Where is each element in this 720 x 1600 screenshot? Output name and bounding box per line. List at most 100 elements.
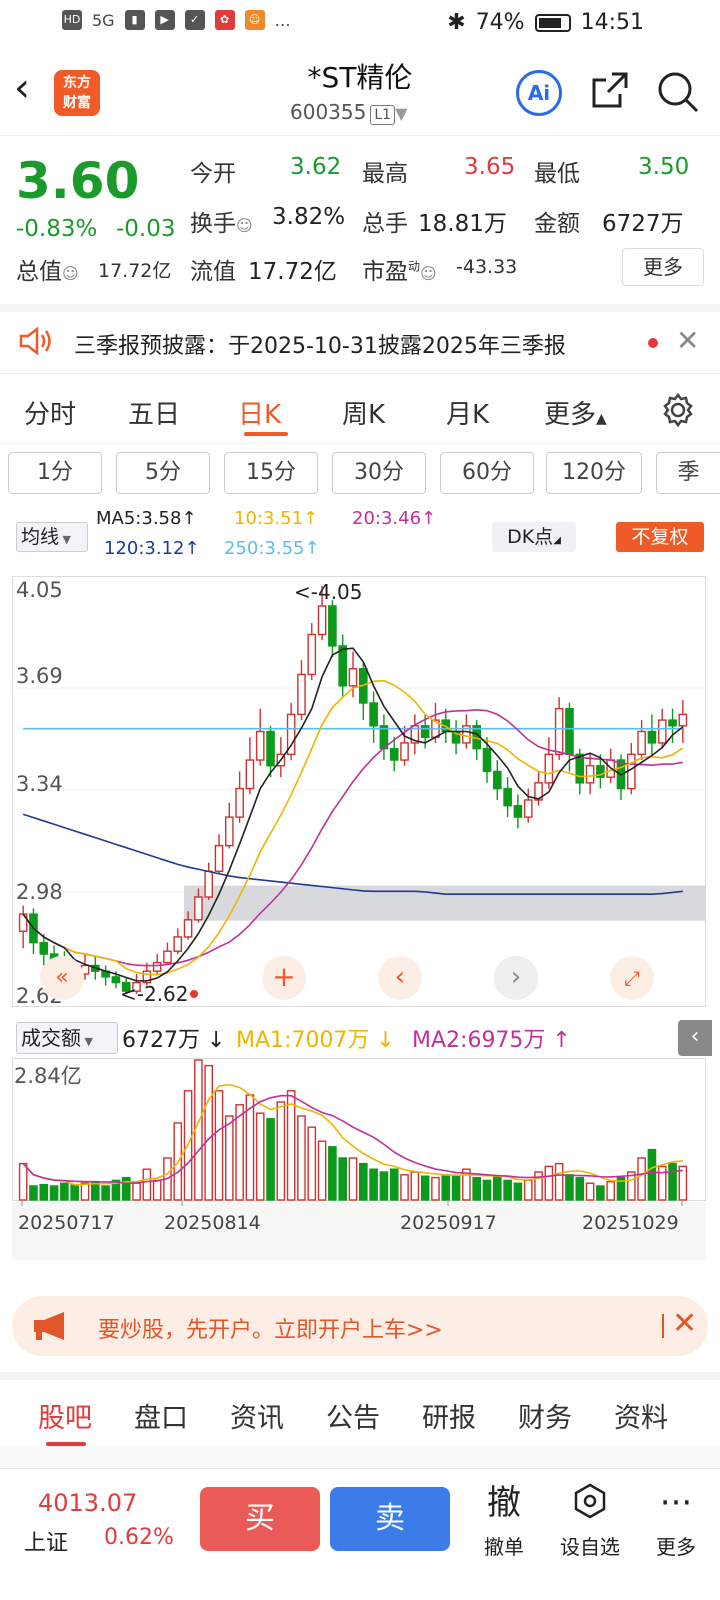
rewind-icon[interactable]: « — [40, 956, 84, 1000]
chevron-right-icon[interactable]: › — [494, 956, 538, 1000]
candle-body — [224, 816, 234, 847]
volume-bar — [18, 1162, 28, 1201]
battery-percent: 74% — [475, 10, 525, 35]
volume-indicator-select[interactable]: 成交额 ▼ — [16, 1022, 118, 1054]
tab-quarter[interactable]: 季 — [656, 452, 720, 494]
bluetooth-icon: ✱ — [447, 10, 466, 35]
latest-dot — [190, 990, 198, 998]
tab-research[interactable]: 研报 — [422, 1396, 476, 1435]
add-watchlist-button[interactable]: 设自选 — [550, 1483, 630, 1560]
minute-period-tabs: 1分 5分 15分 30分 60分 120分 季 — [0, 452, 720, 498]
volume-bar — [224, 1115, 234, 1201]
tab-profile[interactable]: 资料 — [614, 1396, 668, 1435]
search-icon[interactable] — [656, 70, 700, 114]
content-peek — [0, 1446, 720, 1470]
ma120-label: 120:3.12↑ — [104, 538, 200, 559]
volume-bar — [493, 1175, 502, 1201]
close-icon[interactable]: ✕ — [672, 1306, 697, 1341]
tab-pankou[interactable]: 盘口 — [134, 1396, 188, 1435]
collapse-panel-icon[interactable]: ‹ — [678, 1020, 712, 1056]
dk-point-button[interactable]: DK点◢ — [492, 522, 576, 552]
volume-bar — [606, 1181, 615, 1201]
chevron-left-icon[interactable]: ‹ — [378, 956, 422, 1000]
tab-monthly-k[interactable]: 月K — [446, 394, 489, 431]
volume-bar — [214, 1090, 224, 1201]
candle-body — [585, 765, 595, 784]
volume-bar — [266, 1118, 275, 1201]
tab-guba[interactable]: 股吧 — [38, 1396, 92, 1435]
volume-bar — [142, 1168, 152, 1201]
cancel-icon: 撤 — [487, 1483, 521, 1523]
level-badge: L1 — [370, 105, 396, 125]
candle-body — [420, 725, 430, 738]
expand-icon[interactable]: ⤢ — [610, 956, 654, 1000]
volume-bar — [379, 1171, 389, 1201]
tab-60min[interactable]: 60分 — [440, 452, 534, 494]
ma20-label: 20:3.46↑ — [352, 508, 437, 529]
tab-five-day[interactable]: 五日 — [128, 394, 180, 431]
tab-announcements[interactable]: 公告 — [326, 1396, 380, 1435]
tab-30min[interactable]: 30分 — [332, 452, 426, 494]
volume-bar — [101, 1185, 110, 1201]
more-menu-button[interactable]: ··· 更多 — [636, 1483, 716, 1560]
ma-legend-bar: 均线 ▼ MA5:3.58↑ 10:3.51↑ 20:3.46↑ 120:3.1… — [0, 508, 720, 568]
tab-120min[interactable]: 120分 — [546, 452, 642, 494]
tab-1min[interactable]: 1分 — [8, 452, 102, 494]
volume-chart[interactable]: 2.84亿 20250717 20250814 20250917 2025102… — [12, 1058, 706, 1286]
close-icon[interactable]: ✕ — [676, 324, 699, 357]
candle-body — [369, 702, 378, 727]
kline-chart[interactable]: 4.05 3.69 3.34 2.98 2.62 <-4.05 <-2.62 «… — [12, 576, 706, 1016]
zoom-in-icon[interactable]: + — [262, 956, 306, 1000]
candle-body — [183, 919, 193, 938]
indicator-select[interactable]: 均线 ▼ — [16, 522, 88, 552]
tab-15min[interactable]: 15分 — [224, 452, 318, 494]
volume-bar — [194, 1059, 203, 1201]
ai-assistant-button[interactable]: Ai — [516, 70, 562, 116]
turnover-label[interactable]: 换手☺ — [190, 204, 253, 238]
app-icon: ✓ — [184, 10, 205, 30]
tab-intraday[interactable]: 分时 — [24, 394, 76, 431]
candle-body — [214, 844, 224, 873]
gear-icon[interactable] — [660, 392, 696, 428]
cancel-order-button[interactable]: 撤 撤单 — [464, 1483, 544, 1560]
announcement-bar[interactable]: 三季报预披露：于2025-10-31披露2025年三季报 ✕ — [0, 304, 720, 374]
tab-news[interactable]: 资讯 — [230, 1396, 284, 1435]
promo-text: 要炒股，先开户。立即开户上车>> — [98, 1318, 443, 1343]
candle-body — [400, 742, 409, 761]
volume-bar — [29, 1185, 38, 1201]
stock-code-selector[interactable]: 600355 L1 ▼ — [290, 100, 407, 125]
share-icon[interactable] — [590, 70, 630, 110]
low-marker: <-2.62 — [120, 982, 189, 1006]
open-value: 3.62 — [290, 154, 342, 180]
more-quote-button[interactable]: 更多 — [622, 248, 704, 286]
candle-body — [523, 799, 533, 818]
volume-bar — [513, 1182, 523, 1201]
ma5-line — [22, 647, 684, 982]
ma20-line — [22, 709, 683, 967]
tab-daily-k[interactable]: 日K — [238, 394, 281, 431]
candle-body — [111, 976, 121, 984]
ma5-label: MA5:3.58↑ — [96, 508, 197, 529]
tab-finance[interactable]: 财务 — [518, 1396, 572, 1435]
change-amount: -0.03 — [116, 216, 176, 242]
volume-bar — [503, 1179, 512, 1201]
pe-label[interactable]: 市盈动☺ — [362, 252, 437, 286]
volume-y-max: 2.84亿 — [14, 1064, 82, 1088]
adjust-type-button[interactable]: 不复权 — [616, 522, 704, 552]
volume-bar — [80, 1182, 90, 1201]
more-notifications-icon: … — [274, 10, 291, 30]
volume-svg[interactable] — [12, 1058, 706, 1286]
index-percent: 0.62% — [104, 1525, 174, 1550]
volume-bar — [204, 1064, 213, 1201]
kline-svg[interactable] — [12, 576, 706, 1016]
sell-button[interactable]: 卖 — [330, 1487, 450, 1551]
volume-bar — [338, 1157, 348, 1201]
mktcap-label[interactable]: 总值☺ — [16, 252, 79, 286]
chart-frame — [12, 576, 706, 1007]
open-account-banner[interactable]: 要炒股，先开户。立即开户上车>> ✕ — [12, 1296, 708, 1356]
tab-more[interactable]: 更多▲ — [544, 394, 607, 431]
tab-weekly-k[interactable]: 周K — [342, 394, 385, 431]
buy-button[interactable]: 买 — [200, 1487, 320, 1551]
tab-5min[interactable]: 5分 — [116, 452, 210, 494]
ma250-label: 250:3.55↑ — [224, 538, 320, 559]
